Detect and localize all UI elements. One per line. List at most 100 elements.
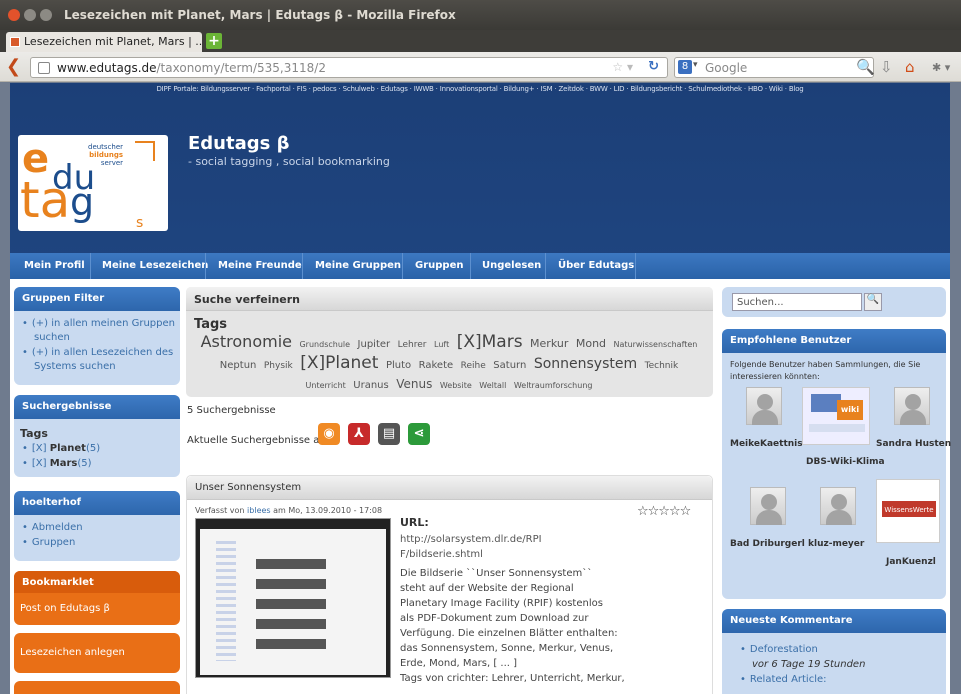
gruppen-filter-title: Gruppen Filter: [14, 287, 180, 311]
menu-meine-gruppen[interactable]: Meine Gruppen: [315, 260, 401, 271]
back-arrow-icon[interactable]: ❮: [6, 56, 21, 77]
abmelden-link[interactable]: • Abmelden: [22, 521, 180, 535]
comment-item[interactable]: • Deforestation: [740, 643, 946, 657]
filter-all-bookmarks-link[interactable]: • (+) in allen Lesezeichen des Systems su…: [22, 346, 180, 374]
tagcloud-tag[interactable]: Venus: [396, 377, 432, 391]
rating-stars[interactable]: ☆☆☆☆☆: [637, 504, 691, 519]
lesezeichen-anlegen-button[interactable]: Lesezeichen anlegen: [14, 633, 180, 673]
edutags-logo[interactable]: e du ta g s deutscher bildungs server: [18, 135, 168, 231]
toolbar-overflow-icon[interactable]: ✱ ▾: [932, 61, 950, 74]
tagcloud-label: Tags: [194, 317, 228, 332]
tagcloud-tag[interactable]: Weltraumforschung: [514, 381, 593, 390]
web-page: DIPF Portale: Bildungsserver · Fachporta…: [0, 83, 961, 694]
user-dbs-wiki-klima[interactable]: DBS-Wiki-Klima: [806, 457, 885, 467]
entry-tags-line[interactable]: Tags von crichter: Lehrer, Unterricht, M…: [400, 673, 625, 684]
tagcloud-tag[interactable]: Grundschule: [299, 340, 350, 349]
tagcloud-tag[interactable]: Mond: [576, 337, 606, 350]
tagcloud-tag[interactable]: Naturwissenschaften: [614, 340, 698, 349]
entry-description: Die Bildserie ``Unser Sonnensystem`` ste…: [400, 568, 618, 669]
menu-meine-lesezeichen[interactable]: Meine Lesezeichen: [102, 260, 208, 271]
tagcloud-tag[interactable]: Physik: [264, 361, 293, 371]
tagcloud-tag[interactable]: Website: [440, 381, 472, 390]
pdf-icon[interactable]: ⅄: [348, 423, 370, 445]
neueste-kommentare-block: Neueste Kommentare • Deforestation vor 6 …: [722, 609, 946, 694]
avatar-dbs-wiki-klima[interactable]: wiki: [802, 387, 870, 445]
entry-title[interactable]: Unser Sonnensystem: [187, 476, 712, 500]
site-identity-icon[interactable]: [38, 62, 50, 74]
web-search-input[interactable]: 8 ▾ Google: [674, 57, 874, 78]
logo-subtext: deutscher bildungs server: [88, 143, 124, 167]
tagcloud-tag[interactable]: Reihe: [461, 361, 486, 371]
maximize-window-icon[interactable]: [40, 9, 52, 21]
tagcloud-tag[interactable]: Unterricht: [306, 381, 346, 390]
filter-own-groups-link[interactable]: • (+) in allen meinen Gruppen suchen: [22, 317, 180, 345]
edutags-favicon-icon: [10, 37, 20, 47]
entry-url-label: URL:: [400, 516, 429, 529]
menu-ungelesen[interactable]: Ungelesen: [482, 260, 541, 271]
bookmarklet-link[interactable]: Post on Edutags β: [14, 593, 180, 614]
menu-meine-freunde[interactable]: Meine Freunde: [218, 260, 302, 271]
tagcloud-tag[interactable]: Sonnensystem: [534, 356, 637, 372]
menu-ueber-edutags[interactable]: Über Edutags: [558, 260, 634, 271]
tagcloud-tag[interactable]: Merkur: [530, 337, 568, 350]
site-search-button[interactable]: 🔍: [864, 293, 882, 311]
share-icon[interactable]: ⋖: [408, 423, 430, 445]
avatar-jankuenzl[interactable]: WissensWerte: [876, 479, 940, 543]
tagcloud-tag[interactable]: Uranus: [353, 380, 388, 391]
site-search-input[interactable]: Suchen...: [732, 293, 862, 311]
home-icon[interactable]: ⌂: [905, 58, 915, 76]
menu-gruppen[interactable]: Gruppen: [415, 260, 463, 271]
entry-screenshot-thumbnail[interactable]: [195, 518, 391, 678]
entry-url-link[interactable]: http://solarsystem.dlr.de/RPIF/bildserie…: [400, 532, 550, 562]
user-kluz-meyer[interactable]: kluz-meyer: [808, 539, 864, 549]
result-tag-planet[interactable]: • [X] Planet(5): [22, 442, 180, 456]
user-gruppen-link[interactable]: • Gruppen: [22, 536, 180, 550]
avatar-sandra-husten[interactable]: [894, 387, 930, 425]
download-icon[interactable]: ⇩: [880, 58, 893, 76]
avatar-meikekaettnis[interactable]: [746, 387, 782, 425]
suchergebnisse-block: Suchergebnisse Tags • [X] Planet(5) • [X] …: [14, 395, 180, 477]
tagcloud-tag[interactable]: Luft: [434, 340, 449, 349]
google-icon[interactable]: 8: [678, 60, 692, 74]
search-go-icon[interactable]: 🔍: [856, 58, 875, 76]
tagcloud-tag[interactable]: Neptun: [220, 360, 257, 371]
site-header: DIPF Portale: Bildungsserver · Fachporta…: [10, 83, 950, 279]
entry-author-link[interactable]: iblees: [247, 506, 271, 515]
tagcloud-tag[interactable]: Lehrer: [398, 340, 427, 350]
close-window-icon[interactable]: [8, 9, 20, 21]
portal-links[interactable]: DIPF Portale: Bildungsserver · Fachporta…: [10, 85, 950, 93]
user-bad-driburgerl[interactable]: Bad Driburgerl: [730, 539, 805, 549]
avatar-bad-driburgerl[interactable]: [750, 487, 786, 525]
tagcloud-tag[interactable]: Technik: [645, 361, 679, 371]
tagcloud-tag[interactable]: Astronomie: [201, 332, 292, 351]
user-sandra-husten[interactable]: Sandra Husten: [876, 439, 951, 449]
window-titlebar: Lesezeichen mit Planet, Mars | Edutags β…: [0, 0, 961, 30]
tab-bar: Lesezeichen mit Planet, Mars | ... +: [0, 30, 961, 52]
reload-icon[interactable]: ↻: [648, 59, 659, 74]
tagcloud-tag[interactable]: Rakete: [419, 360, 454, 371]
tagcloud-tag[interactable]: Jupiter: [358, 339, 391, 350]
new-tab-button[interactable]: +: [206, 33, 222, 49]
result-tag-mars[interactable]: • [X] Mars(5): [22, 457, 180, 471]
url-bar[interactable]: www.edutags.de/taxonomy/term/535,3118/2 …: [30, 57, 668, 78]
bookmark-star-icon[interactable]: ☆ ▾: [612, 60, 633, 74]
comment-item[interactable]: • Related Article:: [740, 673, 946, 687]
tagcloud-tag[interactable]: Saturn: [493, 360, 526, 371]
entry-meta: Verfasst von iblees am Mo, 13.09.2010 - …: [195, 506, 383, 515]
site-name[interactable]: Edutags β: [188, 133, 290, 154]
url-path: /taxonomy/term/535,3118/2: [156, 61, 326, 75]
search-engine-dropdown-icon[interactable]: ▾: [693, 60, 698, 70]
tagcloud-tag[interactable]: Weltall: [479, 381, 506, 390]
user-meikekaettnis[interactable]: MeikeKaettnis: [730, 439, 803, 449]
tagcloud-tag[interactable]: [X]Mars: [457, 332, 523, 352]
minimize-window-icon[interactable]: [24, 9, 36, 21]
tagcloud-tag[interactable]: Pluto: [386, 360, 411, 371]
avatar-kluz-meyer[interactable]: [820, 487, 856, 525]
print-icon[interactable]: ▤: [378, 423, 400, 445]
export-label: Aktuelle Suchergebnisse als: [187, 435, 328, 446]
tagcloud-tag[interactable]: [X]Planet: [300, 353, 378, 373]
rss-icon[interactable]: ◉: [318, 423, 340, 445]
tab-active[interactable]: Lesezeichen mit Planet, Mars | ...: [6, 32, 202, 52]
user-jankuenzl[interactable]: JanKuenzl: [886, 557, 936, 567]
menu-mein-profil[interactable]: Mein Profil: [24, 260, 85, 271]
